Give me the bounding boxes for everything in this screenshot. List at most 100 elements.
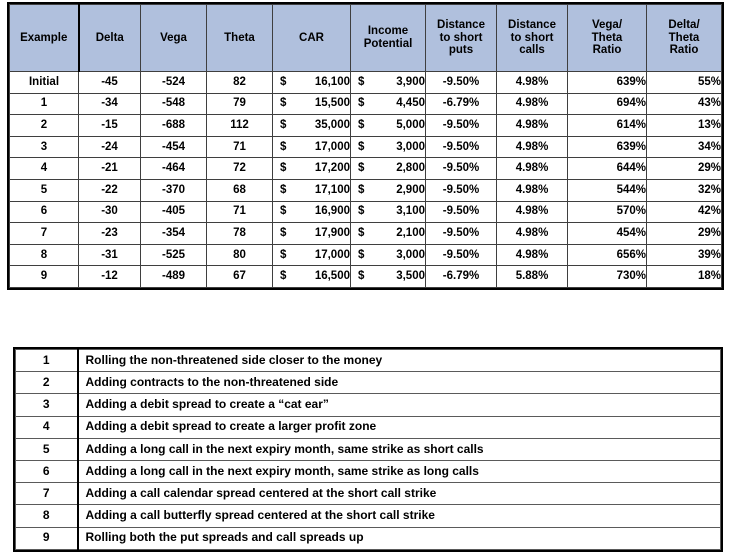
legend-row: 3 Adding a debit spread to create a “cat … — [15, 393, 721, 417]
currency-symbol: $ — [280, 140, 287, 153]
cell-car: $17,100 — [272, 178, 351, 202]
cell-income-potential: $3,900 — [350, 71, 426, 94]
table-row: 7 -23 -354 78 $17,900 $2,100 -9.50% 4.98% 454% 29… — [9, 222, 722, 245]
cell-distance-to-short-calls: 4.98% — [496, 178, 568, 202]
column-header-distance-to-short-puts: Distance to short puts — [425, 4, 497, 72]
legend-description: Adding a debit spread to create a “cat e… — [77, 393, 721, 417]
currency-symbol: $ — [358, 162, 365, 175]
legend-number: 4 — [15, 415, 79, 439]
currency-value: 5,000 — [396, 119, 425, 132]
cell-example: 9 — [9, 265, 79, 288]
cell-distance-to-short-calls: 4.98% — [496, 157, 568, 180]
cell-delta: -21 — [78, 157, 141, 180]
cell-example: Initial — [9, 71, 79, 94]
cell-example: 8 — [9, 243, 79, 267]
currency-symbol: $ — [358, 227, 365, 240]
currency-value: 17,000 — [314, 248, 350, 261]
legend-description: Adding a call butterfly spread centered … — [77, 504, 721, 528]
header-line: Example — [20, 31, 68, 44]
currency-value: 3,100 — [396, 205, 425, 218]
currency-symbol: $ — [358, 248, 365, 261]
cell-example: 5 — [9, 178, 79, 202]
cell-income-potential: $3,000 — [350, 135, 426, 159]
legend-row: 2 Adding contracts to the non-threatened … — [15, 371, 721, 395]
cell-income-potential: $2,100 — [350, 222, 426, 245]
cell-distance-to-short-calls: 4.98% — [496, 71, 568, 94]
table-row: 8 -31 -525 80 $17,000 $3,000 -9.50% 4.98% 656% 39… — [9, 243, 722, 267]
legend-number: 1 — [15, 348, 79, 373]
currency-value: 16,900 — [314, 205, 350, 218]
cell-vega-theta-ratio: 544% — [567, 178, 647, 202]
currency-symbol: $ — [280, 205, 287, 218]
cell-example: 1 — [9, 92, 79, 116]
legend-description: Rolling the non-threatened side closer t… — [77, 348, 721, 373]
legend-description: Adding a long call in the next expiry mo… — [77, 459, 721, 484]
cell-theta: 112 — [206, 114, 273, 137]
header-line: Delta — [95, 31, 124, 44]
legend-table-container: 1 Rolling the non-threatened side closer … — [13, 347, 723, 552]
legend-table-body: 1 Rolling the non-threatened side closer … — [15, 348, 721, 550]
table-row: 3 -24 -454 71 $17,000 $3,000 -9.50% 4.98% 639% 34… — [9, 135, 722, 159]
metrics-table-body: Initial -45 -524 82 $16,100 $3,900 -9.50% 4.98%… — [9, 71, 722, 288]
cell-vega: -489 — [140, 265, 207, 288]
legend-number: 7 — [15, 482, 79, 506]
cell-vega-theta-ratio: 570% — [567, 200, 647, 224]
cell-distance-to-short-calls: 4.98% — [496, 200, 568, 224]
currency-value: 3,000 — [396, 248, 425, 261]
cell-example: 2 — [9, 114, 79, 137]
currency-value: 2,800 — [396, 162, 425, 175]
table-row: 4 -21 -464 72 $17,200 $2,800 -9.50% 4.98% 644% 29… — [9, 157, 722, 180]
legend-description: Rolling both the put spreads and call sp… — [77, 526, 721, 550]
header-line: Distance — [437, 18, 485, 31]
cell-delta: -34 — [78, 92, 141, 116]
column-header-vega: Vega — [140, 4, 207, 72]
cell-distance-to-short-puts: -9.50% — [425, 200, 497, 224]
cell-theta: 71 — [206, 200, 273, 224]
cell-delta-theta-ratio: 18% — [646, 265, 722, 288]
currency-symbol: $ — [280, 97, 287, 110]
cell-vega-theta-ratio: 454% — [567, 222, 647, 245]
column-header-delta: Delta — [78, 4, 141, 72]
header-line: Vega/ — [591, 18, 623, 31]
header-line: Income — [367, 25, 409, 38]
cell-vega-theta-ratio: 639% — [567, 71, 647, 94]
header-line: to short — [439, 31, 483, 44]
header-line: CAR — [299, 31, 324, 44]
cell-distance-to-short-calls: 4.98% — [496, 92, 568, 116]
cell-vega-theta-ratio: 614% — [567, 114, 647, 137]
cell-delta: -45 — [78, 71, 141, 94]
cell-theta: 67 — [206, 265, 273, 288]
cell-vega: -525 — [140, 243, 207, 267]
cell-vega-theta-ratio: 644% — [567, 157, 647, 180]
header-line: Delta/ — [668, 18, 700, 31]
currency-symbol: $ — [280, 270, 287, 283]
cell-vega: -405 — [140, 200, 207, 224]
currency-value: 2,900 — [396, 183, 425, 196]
cell-distance-to-short-puts: -9.50% — [425, 135, 497, 159]
currency-symbol: $ — [358, 270, 365, 283]
cell-delta-theta-ratio: 43% — [646, 92, 722, 116]
cell-theta: 79 — [206, 92, 273, 116]
legend-table: 1 Rolling the non-threatened side closer … — [13, 347, 723, 552]
cell-theta: 78 — [206, 222, 273, 245]
currency-symbol: $ — [358, 97, 365, 110]
cell-vega: -688 — [140, 114, 207, 137]
cell-distance-to-short-calls: 4.98% — [496, 114, 568, 137]
cell-delta-theta-ratio: 13% — [646, 114, 722, 137]
cell-vega: -524 — [140, 71, 207, 94]
header-line: Potential — [363, 38, 413, 50]
cell-example: 6 — [9, 200, 79, 224]
legend-number: 5 — [15, 437, 79, 461]
cell-distance-to-short-puts: -9.50% — [425, 178, 497, 202]
metrics-table: Example Delta Vega Theta CAR Income Pote… — [7, 2, 724, 290]
cell-theta: 82 — [206, 71, 273, 94]
table-row: 1 -34 -548 79 $15,500 $4,450 -6.79% 4.98% 694% 43… — [9, 92, 722, 116]
cell-distance-to-short-puts: -9.50% — [425, 114, 497, 137]
metrics-table-header: Example Delta Vega Theta CAR Income Pote… — [9, 4, 722, 72]
cell-income-potential: $2,900 — [350, 178, 426, 202]
legend-row: 5 Adding a long call in the next expiry m… — [15, 437, 721, 461]
cell-distance-to-short-puts: -6.79% — [425, 265, 497, 288]
cell-example: 3 — [9, 135, 79, 159]
legend-row: 1 Rolling the non-threatened side closer … — [15, 348, 721, 373]
header-line: calls — [519, 44, 545, 57]
